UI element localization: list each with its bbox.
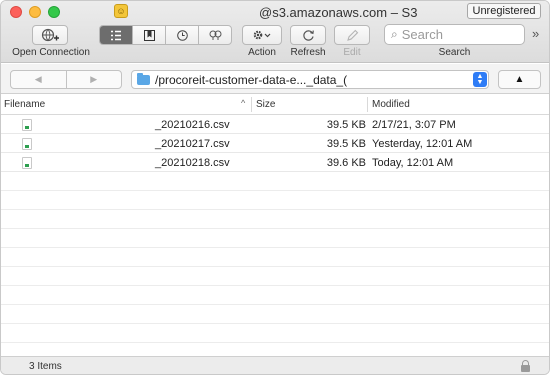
empty-table-row xyxy=(1,306,549,324)
table-row[interactable]: _20210218.csv 39.6 KB Today, 12:01 AM xyxy=(1,154,549,172)
search-field[interactable]: ⌕ xyxy=(384,24,525,45)
minimize-window-button[interactable] xyxy=(29,6,41,18)
csv-file-icon xyxy=(22,138,32,150)
unregistered-button[interactable]: Unregistered xyxy=(467,3,541,19)
empty-table-row xyxy=(1,173,549,191)
view-mode-segmented-control xyxy=(99,25,232,45)
open-connection-button[interactable] xyxy=(32,25,68,45)
status-bar: 3 Items xyxy=(1,356,549,374)
forward-button[interactable]: ▶ xyxy=(67,71,122,88)
csv-file-icon xyxy=(22,119,32,131)
pencil-icon xyxy=(346,29,358,41)
action-label: Action xyxy=(248,47,276,58)
edit-label: Edit xyxy=(343,47,361,58)
close-window-button[interactable] xyxy=(10,6,22,18)
file-modified: 2/17/21, 3:07 PM xyxy=(372,119,456,131)
search-icon: ⌕ xyxy=(391,27,398,41)
refresh-button[interactable] xyxy=(290,25,326,45)
empty-table-row xyxy=(1,325,549,343)
empty-table-row xyxy=(1,192,549,210)
file-size: 39.5 KB xyxy=(326,119,366,131)
column-header-size[interactable]: Size xyxy=(256,99,275,110)
table-row[interactable]: _20210216.csv 39.5 KB 2/17/21, 3:07 PM xyxy=(1,116,549,134)
empty-table-row xyxy=(1,249,549,267)
column-header-modified[interactable]: Modified xyxy=(372,99,410,110)
back-arrow-icon: ◀ xyxy=(34,74,42,84)
folder-icon xyxy=(137,72,150,85)
search-label: Search xyxy=(438,47,471,58)
edit-button[interactable] xyxy=(334,25,370,45)
file-table-header: Filename ^ Size Modified xyxy=(1,95,549,115)
parent-directory-button[interactable]: ▲ xyxy=(498,70,541,89)
open-connection-label: Open Connection xyxy=(12,47,90,58)
refresh-label: Refresh xyxy=(290,47,326,58)
bookmarks-view-tab[interactable] xyxy=(133,26,166,44)
up-arrow-icon: ▲ xyxy=(514,74,525,85)
path-dropdown-stepper-icon: ▲ ▼ xyxy=(473,72,487,87)
search-input[interactable] xyxy=(401,27,502,42)
bonjour-view-tab[interactable] xyxy=(199,26,231,44)
empty-table-row xyxy=(1,268,549,286)
back-button[interactable]: ◀ xyxy=(11,71,67,88)
path-bar: ◀ ▶ /procoreit-customer-data-e..._data_(… xyxy=(1,64,549,94)
file-name: _20210218.csv xyxy=(155,157,230,169)
gear-icon xyxy=(253,30,271,40)
globe-plus-icon xyxy=(41,28,59,42)
history-view-tab[interactable] xyxy=(166,26,199,44)
csv-file-icon xyxy=(22,157,32,169)
bonjour-icon xyxy=(209,30,221,40)
browser-icon xyxy=(111,30,121,40)
refresh-icon xyxy=(302,29,314,41)
table-row[interactable]: _20210217.csv 39.5 KB Yesterday, 12:01 A… xyxy=(1,135,549,153)
empty-table-row xyxy=(1,287,549,305)
file-table-body: _20210216.csv 39.5 KB 2/17/21, 3:07 PM _… xyxy=(1,116,549,356)
empty-table-row xyxy=(1,211,549,229)
toolbar: ☺ @s3.amazonaws.com – S3 Unregistered Op… xyxy=(1,1,549,63)
file-modified: Yesterday, 12:01 AM xyxy=(372,138,473,150)
file-size: 39.5 KB xyxy=(326,138,366,150)
current-path: /procoreit-customer-data-e..._data_( xyxy=(155,72,348,87)
sort-ascending-icon: ^ xyxy=(241,98,246,108)
window-title: @s3.amazonaws.com – S3 xyxy=(259,5,418,20)
empty-table-row xyxy=(1,230,549,248)
bookmarks-icon xyxy=(143,29,155,41)
action-button[interactable] xyxy=(242,25,282,45)
column-divider[interactable] xyxy=(367,97,368,112)
lock-icon[interactable] xyxy=(521,360,530,372)
path-select[interactable]: /procoreit-customer-data-e..._data_( ▲ ▼ xyxy=(131,70,489,89)
file-name: _20210217.csv xyxy=(155,138,230,150)
app-icon: ☺ xyxy=(114,4,128,18)
item-count: 3 Items xyxy=(29,361,62,372)
toolbar-overflow-button[interactable]: » xyxy=(532,26,539,41)
file-size: 39.6 KB xyxy=(326,157,366,169)
column-header-filename[interactable]: Filename xyxy=(4,99,45,110)
history-icon xyxy=(176,29,188,41)
navigation-segmented-control: ◀ ▶ xyxy=(10,70,122,89)
app-window: ☺ @s3.amazonaws.com – S3 Unregistered Op… xyxy=(0,0,550,375)
column-divider[interactable] xyxy=(251,97,252,112)
zoom-window-button[interactable] xyxy=(48,6,60,18)
file-name: _20210216.csv xyxy=(155,119,230,131)
browser-view-tab[interactable] xyxy=(100,26,133,44)
forward-arrow-icon: ▶ xyxy=(90,74,98,84)
file-modified: Today, 12:01 AM xyxy=(372,157,454,169)
